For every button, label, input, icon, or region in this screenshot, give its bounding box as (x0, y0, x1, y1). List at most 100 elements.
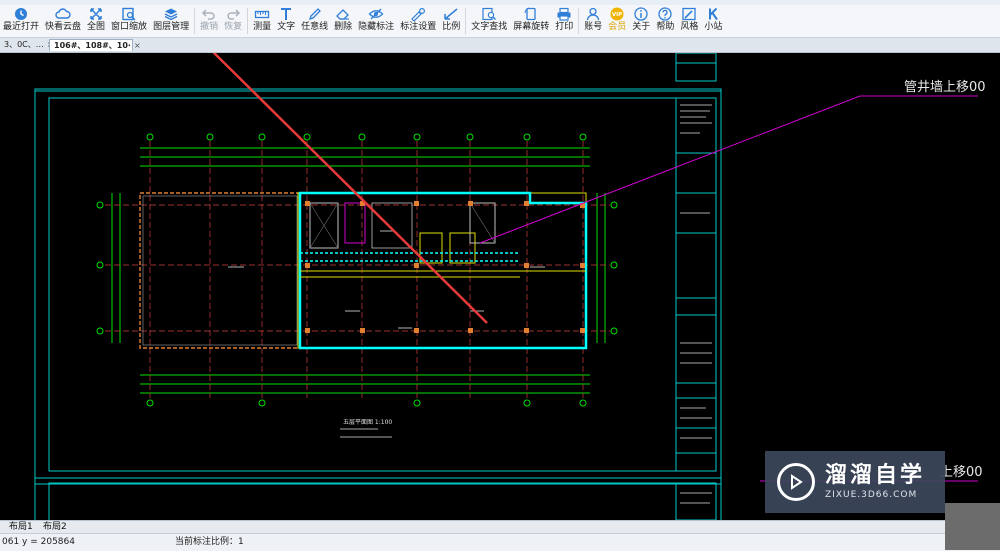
prev-title-block (675, 53, 717, 82)
user-icon (587, 7, 600, 21)
redo-icon (227, 9, 241, 20)
freehand-line-label: 任意线 (301, 22, 329, 32)
redo-label: 恢复 (224, 22, 243, 32)
room-labels (228, 230, 545, 329)
annotation-settings-button[interactable]: 标注设置 (397, 5, 439, 37)
text-label: 文字 (277, 22, 296, 32)
k-site-icon (709, 7, 719, 21)
pen-icon (308, 8, 321, 21)
redo-button[interactable]: 恢复 (221, 5, 245, 37)
toolbar-divider (465, 8, 467, 34)
mini-site-label: 小站 (704, 22, 723, 32)
window-zoom-label: 窗口缩放 (111, 22, 148, 32)
title-block-text (680, 104, 712, 504)
rotate-screen-button[interactable]: 屏幕旋转 (510, 5, 552, 37)
recent-open-label: 最近打开 (3, 22, 40, 32)
vip-icon: VIP (610, 7, 624, 21)
tab-document-1-label: 3、0C、… (4, 40, 44, 49)
clock-icon (15, 8, 27, 20)
pointer-arrow (212, 53, 488, 324)
about-button[interactable]: 关于 (629, 5, 653, 37)
tab-document-1[interactable]: 3、0C、…× (0, 39, 53, 51)
delete-button[interactable]: 删除 (331, 5, 355, 37)
watermark-text: 溜溜自学 ZIXUE.3D66.COM (825, 463, 925, 501)
toolbar-divider (247, 8, 249, 34)
info-icon (634, 7, 648, 21)
layers-icon (164, 8, 178, 21)
cloud-drive-label: 快看云盘 (45, 22, 82, 32)
account-label: 账号 (584, 22, 603, 32)
ruler-icon (254, 10, 270, 19)
axis-bubbles (96, 133, 618, 407)
measure-label: 测量 (253, 22, 272, 32)
print-label: 打印 (555, 22, 574, 32)
plan-title: 五层平面图 1:100 (343, 419, 393, 426)
leader-line-1 (479, 95, 978, 244)
scale-icon (444, 8, 458, 20)
toolbar-divider (194, 8, 196, 34)
scale-button[interactable]: 比例 (439, 5, 463, 37)
scale-label: 比例 (442, 22, 461, 32)
rotate-screen-icon (524, 7, 536, 21)
freehand-line-button[interactable]: 任意线 (298, 5, 331, 37)
text-icon (281, 8, 292, 20)
hide-annotation-label: 隐藏标注 (358, 22, 395, 32)
current-annotation-scale: 当前标注比例：1 (175, 537, 244, 547)
text-search-label: 文字查找 (471, 22, 508, 32)
annotation-pipe-shaft-1: 管井墙上移00 (904, 80, 986, 95)
layer-manager-button[interactable]: 图层管理 (150, 5, 192, 37)
status-bar: 061 y = 205864 当前标注比例：1 (0, 533, 1000, 551)
undo-label: 撤销 (200, 22, 219, 32)
hide-annotation-button[interactable]: 隐藏标注 (355, 5, 397, 37)
eraser-icon (336, 9, 350, 20)
axis-grid (105, 141, 610, 398)
play-logo-icon (777, 463, 815, 501)
tab-document-2[interactable]: 106#、108#、10· × (49, 39, 141, 51)
recent-open-button[interactable]: 最近打开 (0, 5, 42, 37)
vip-label: 会员 (608, 22, 627, 32)
tab-layout-1[interactable]: 布局1 (6, 521, 36, 533)
annotation-settings-icon (411, 7, 426, 21)
tab-document-2-label: 106#、108#、10· (54, 41, 131, 50)
cloud-icon (55, 8, 71, 19)
layout-tab-bar: 布局1 布局2 (0, 520, 1000, 533)
style-label: 风格 (680, 22, 699, 32)
account-button[interactable]: 账号 (581, 5, 605, 37)
watermark-url: ZIXUE.3D66.COM (825, 490, 918, 500)
vip-button[interactable]: VIP 会员 (605, 5, 629, 37)
drawing-canvas[interactable]: 管井墙上移00 上移00 五层平面图 1:100 (0, 53, 1000, 520)
text-button[interactable]: 文字 (274, 5, 298, 37)
delete-label: 删除 (334, 22, 353, 32)
text-search-icon (482, 7, 497, 21)
measure-button[interactable]: 测量 (250, 5, 274, 37)
style-button[interactable]: 风格 (677, 5, 701, 37)
eye-hide-icon (368, 8, 384, 20)
text-search-button[interactable]: 文字查找 (468, 5, 510, 37)
style-icon (682, 7, 696, 21)
cad-drawing (34, 53, 978, 520)
window-zoom-button[interactable]: 窗口缩放 (108, 5, 150, 37)
plan-title-mark (340, 428, 392, 438)
annotation-pipe-shaft-2: 上移00 (940, 465, 983, 480)
tab-layout-2[interactable]: 布局2 (40, 521, 70, 533)
cloud-drive-button[interactable]: 快看云盘 (42, 5, 84, 37)
full-view-button[interactable]: 全图 (84, 5, 108, 37)
layer-manager-label: 图层管理 (153, 22, 190, 32)
print-button[interactable]: 打印 (552, 5, 576, 37)
left-wing (139, 192, 301, 349)
full-view-label: 全图 (87, 22, 106, 32)
mini-site-button[interactable]: 小站 (701, 5, 725, 37)
annotation-settings-label: 标注设置 (400, 22, 437, 32)
help-button[interactable]: 帮助 (653, 5, 677, 37)
help-label: 帮助 (656, 22, 675, 32)
building-walls (297, 191, 588, 350)
next-sheet-frame (48, 482, 717, 520)
cursor-coordinates: 061 y = 205864 (2, 537, 75, 547)
close-icon[interactable]: × (134, 41, 141, 50)
next-title-block (675, 482, 717, 520)
watermark-brand: 溜溜自学 (825, 463, 926, 488)
toolbar-divider (578, 8, 580, 34)
undo-icon (202, 9, 215, 20)
undo-button[interactable]: 撤销 (197, 5, 221, 37)
leader-lines (479, 95, 978, 482)
